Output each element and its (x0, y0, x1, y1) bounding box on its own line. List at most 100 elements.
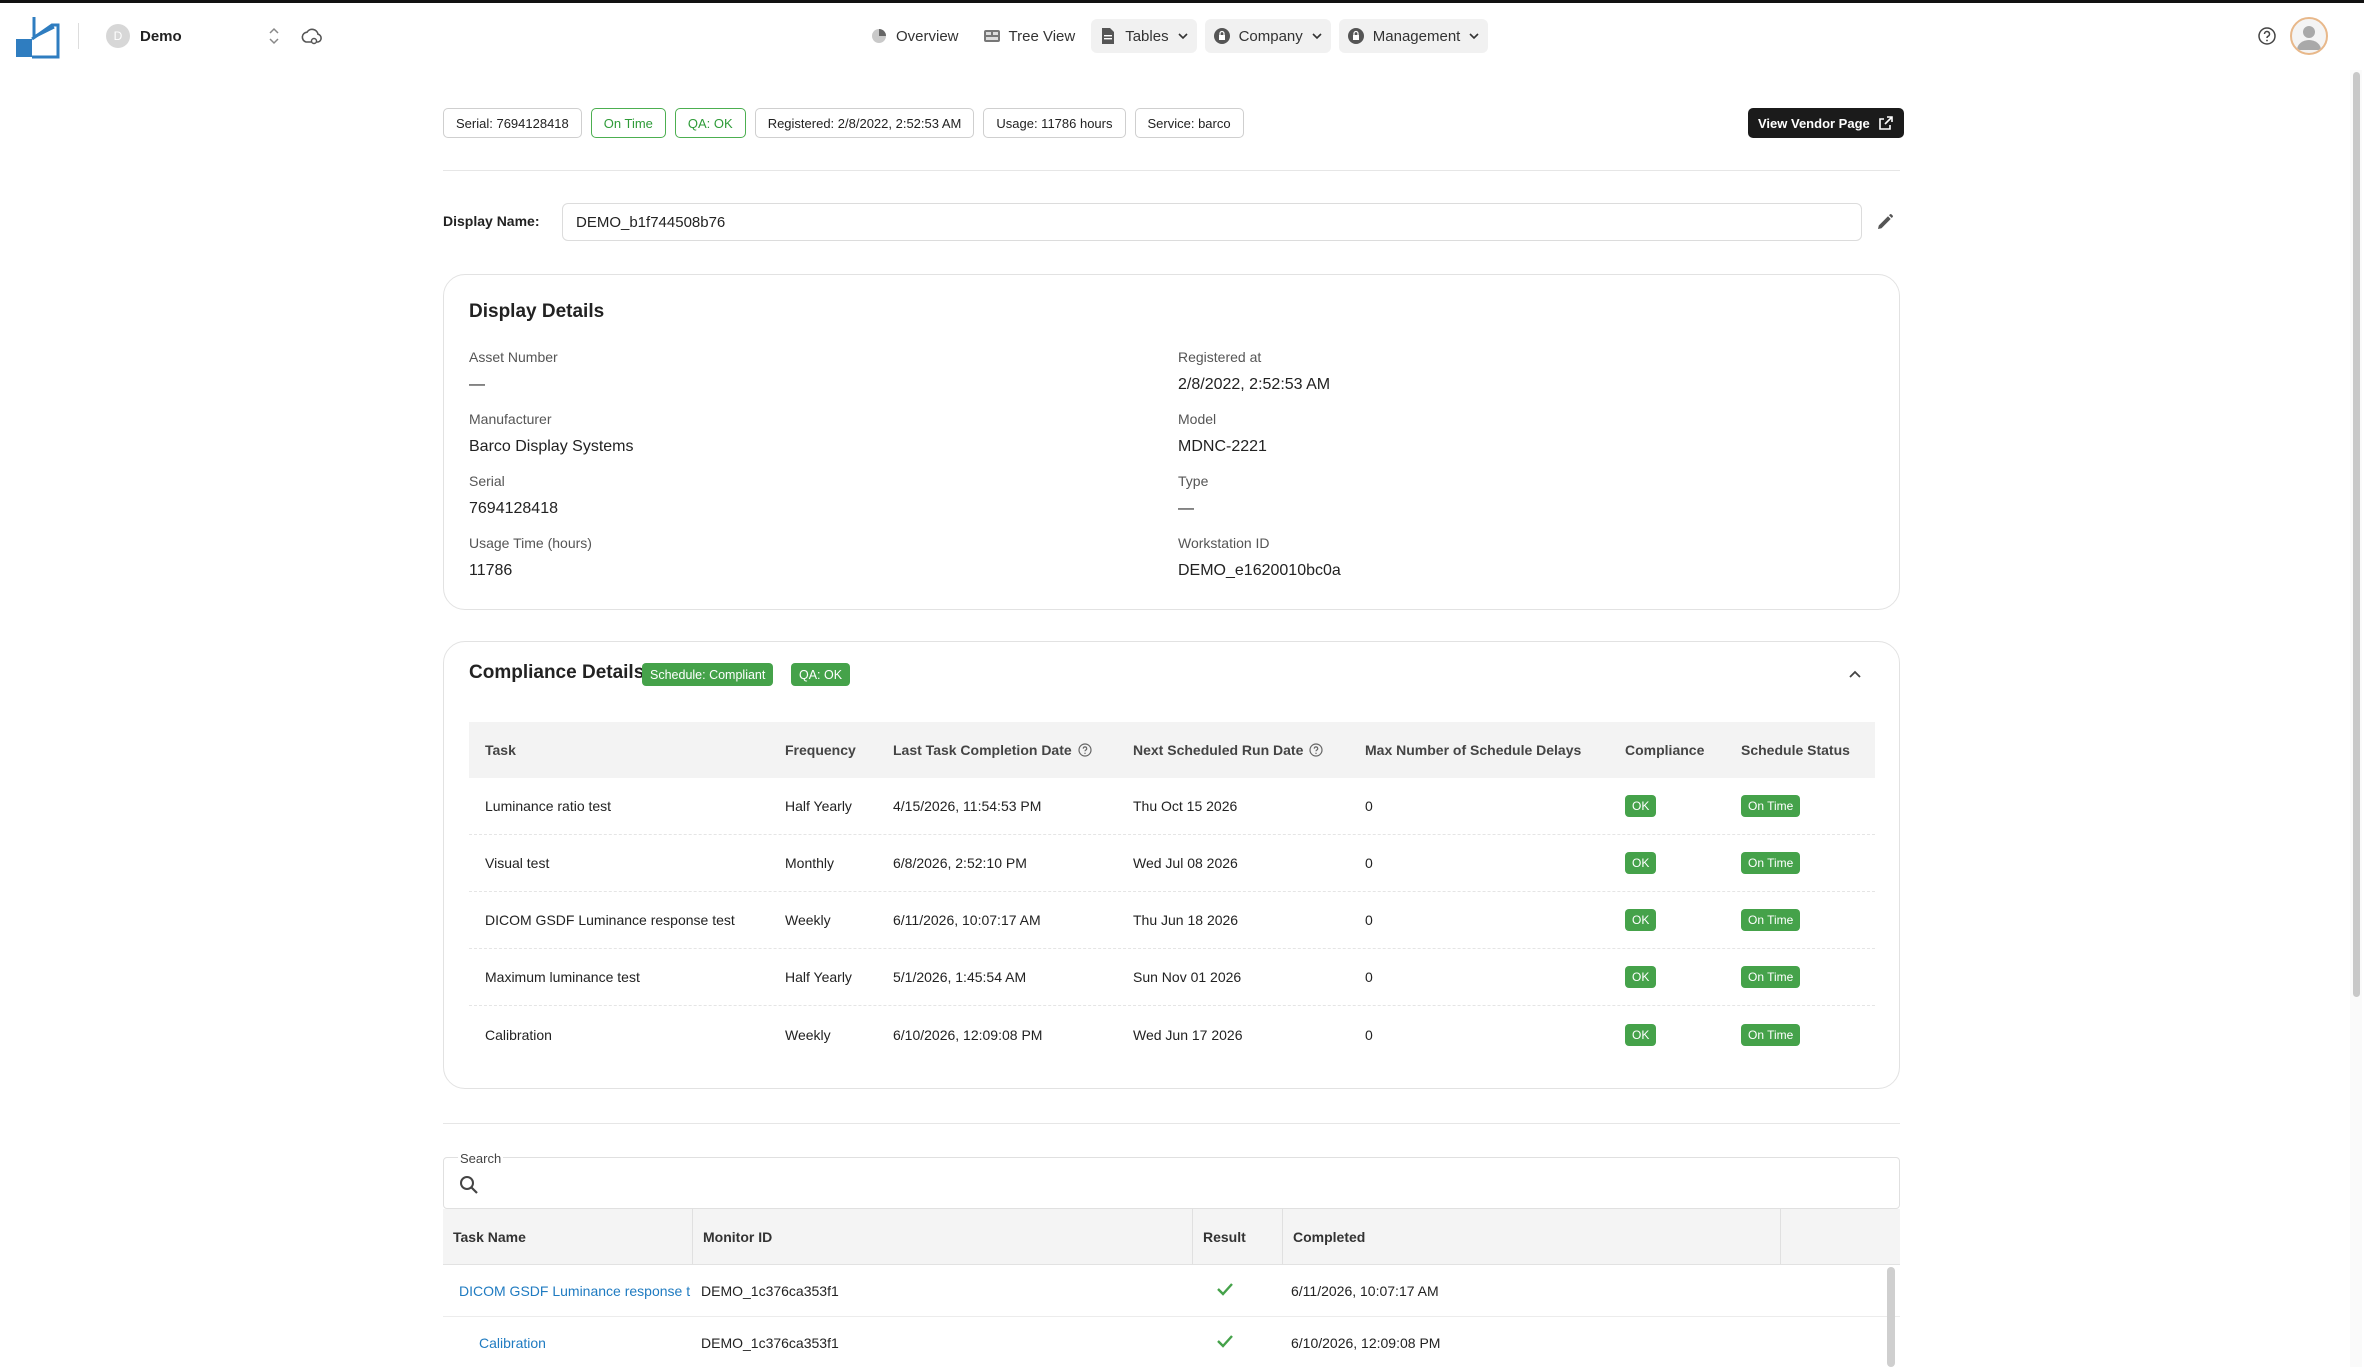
last-completion-cell: 6/10/2026, 12:09:08 PM (893, 1026, 1043, 1043)
compliance-row: Calibration Weekly 6/10/2026, 12:09:08 P… (469, 1006, 1875, 1063)
col-result[interactable]: Result (1193, 1209, 1283, 1264)
compliance-row: Luminance ratio test Half Yearly 4/15/20… (469, 778, 1875, 835)
app-header: D Demo Overview Tree View Tables Company (0, 3, 2364, 67)
workstation-id-value: DEMO_e1620010bc0a (1178, 562, 1341, 579)
completed-cell: 6/10/2026, 12:09:08 PM (1291, 1334, 1441, 1351)
cloud-sync-icon[interactable] (300, 24, 324, 48)
help-icon[interactable] (2256, 25, 2278, 47)
col-completed[interactable]: Completed (1283, 1209, 1781, 1264)
task-name-link[interactable]: Calibration (443, 1335, 693, 1351)
schedule-status-badge: On Time (1741, 909, 1801, 931)
help-circle-icon[interactable] (1078, 743, 1092, 757)
compliance-table-header: Task Frequency Last Task Completion Date… (469, 722, 1875, 778)
org-avatar: D (106, 24, 130, 48)
page-scrollbar-thumb[interactable] (2353, 72, 2360, 997)
grid-scrollbar-thumb[interactable] (1887, 1267, 1895, 1367)
serial-chip: Serial: 7694128418 (443, 108, 582, 138)
max-delays-cell: 0 (1365, 912, 1373, 928)
usage-time-value: 11786 (469, 562, 513, 579)
divider (443, 170, 1900, 171)
org-selector[interactable]: D Demo (106, 23, 182, 49)
help-circle-icon[interactable] (1309, 743, 1323, 757)
asset-number-value: — (469, 376, 485, 393)
col-schedule-status: Schedule Status (1741, 742, 1850, 758)
max-delays-cell: 0 (1365, 1026, 1373, 1043)
chevron-down-icon (1178, 33, 1188, 40)
asset-number-field: Asset Number — (469, 349, 558, 394)
col-next-run[interactable]: Next Scheduled Run Date (1117, 742, 1349, 758)
completed-cell: 6/11/2026, 10:07:17 AM (1291, 1282, 1439, 1299)
chevron-updown-icon[interactable] (266, 25, 282, 47)
nav-management[interactable]: Management (1338, 19, 1489, 53)
document-icon (1102, 28, 1115, 44)
compliance-badge: OK (1625, 909, 1657, 931)
nav-company[interactable]: Company (1204, 19, 1331, 53)
next-run-cell: Thu Jun 18 2026 (1133, 912, 1239, 928)
lock-icon (1347, 28, 1364, 44)
col-frequency: Frequency (785, 742, 856, 758)
overview-icon (872, 29, 886, 43)
schedule-status-cell: On Time (1725, 909, 1875, 931)
schedule-status-badge: On Time (1741, 966, 1801, 988)
nav-overview[interactable]: Overview (862, 19, 967, 53)
nav-tree-view[interactable]: Tree View (975, 19, 1084, 53)
logo-icon[interactable] (12, 13, 60, 59)
display-name-field[interactable]: DEMO_b1f744508b76 (562, 203, 1862, 241)
nav-overview-label: Overview (896, 27, 959, 45)
result-cell (1193, 1279, 1283, 1302)
check-icon (1217, 1335, 1233, 1348)
compliance-cell: OK (1609, 1023, 1725, 1046)
compliance-cell: OK (1609, 966, 1725, 988)
view-vendor-page-button[interactable]: View Vendor Page (1748, 108, 1904, 138)
col-task-name[interactable]: Task Name (443, 1209, 693, 1264)
next-run-cell: Wed Jun 17 2026 (1133, 1026, 1243, 1043)
chevron-down-icon (1469, 33, 1479, 40)
edit-pencil-icon[interactable] (1875, 212, 1895, 232)
registered-at-label: Registered at (1178, 349, 1262, 365)
search-input[interactable] (492, 1170, 1882, 1200)
usage-time-label: Usage Time (hours) (469, 535, 592, 551)
manufacturer-field: Manufacturer Barco Display Systems (469, 411, 634, 456)
task-cell: Luminance ratio test (485, 798, 612, 814)
col-last-completion[interactable]: Last Task Completion Date (877, 742, 1117, 758)
frequency-cell: Monthly (785, 855, 835, 871)
registered-at-field: Registered at 2/8/2022, 2:52:53 AM (1178, 349, 1330, 394)
compliance-badge: OK (1625, 795, 1657, 817)
compliance-details-card: Compliance Details Schedule: Compliant Q… (443, 641, 1900, 1089)
nav-tables[interactable]: Tables (1091, 19, 1197, 53)
type-value: — (1178, 500, 1194, 517)
compliance-badge: OK (1625, 852, 1657, 874)
search-icon (460, 1176, 478, 1194)
next-run-cell: Sun Nov 01 2026 (1133, 969, 1242, 985)
model-label: Model (1178, 411, 1217, 427)
max-delays-cell: 0 (1365, 855, 1373, 871)
grid-header: Task Name Monitor ID Result Completed (443, 1209, 1900, 1265)
chevron-up-icon[interactable] (1846, 666, 1864, 684)
display-details-card: Display Details Asset Number — Registere… (443, 274, 1900, 610)
nav-tables-label: Tables (1125, 27, 1169, 45)
nav-tree-view-label: Tree View (1008, 27, 1076, 45)
chevron-down-icon (1312, 33, 1322, 40)
frequency-cell: Weekly (785, 912, 831, 928)
model-value: MDNC-2221 (1178, 438, 1267, 455)
compliance-row: DICOM GSDF Luminance response test Weekl… (469, 892, 1875, 949)
table-row[interactable]: Calibration DEMO_1c376ca353f1 6/10/2026,… (443, 1317, 1900, 1367)
org-name: Demo (140, 27, 182, 45)
schedule-status-cell: On Time (1725, 966, 1875, 988)
schedule-status-badge: On Time (1741, 795, 1801, 817)
compliance-badge: OK (1625, 1023, 1657, 1046)
user-avatar[interactable] (2290, 17, 2328, 55)
compliance-row: Maximum luminance test Half Yearly 5/1/2… (469, 949, 1875, 1006)
task-name-link[interactable]: DICOM GSDF Luminance response t (443, 1283, 693, 1299)
task-cell: Maximum luminance test (485, 969, 640, 985)
qa-ok-badge: QA: OK (791, 663, 851, 686)
result-cell (1193, 1331, 1283, 1354)
nav-company-label: Company (1238, 27, 1303, 45)
col-last-completion-label: Last Task Completion Date (893, 742, 1072, 758)
compliance-table: Task Frequency Last Task Completion Date… (469, 722, 1875, 1063)
last-completion-cell: 6/11/2026, 10:07:17 AM (893, 912, 1041, 928)
table-row[interactable]: DICOM GSDF Luminance response t DEMO_1c3… (443, 1265, 1900, 1317)
col-monitor-id[interactable]: Monitor ID (693, 1209, 1193, 1264)
max-delays-cell: 0 (1365, 969, 1373, 985)
monitor-id-cell: DEMO_1c376ca353f1 (701, 1334, 839, 1351)
